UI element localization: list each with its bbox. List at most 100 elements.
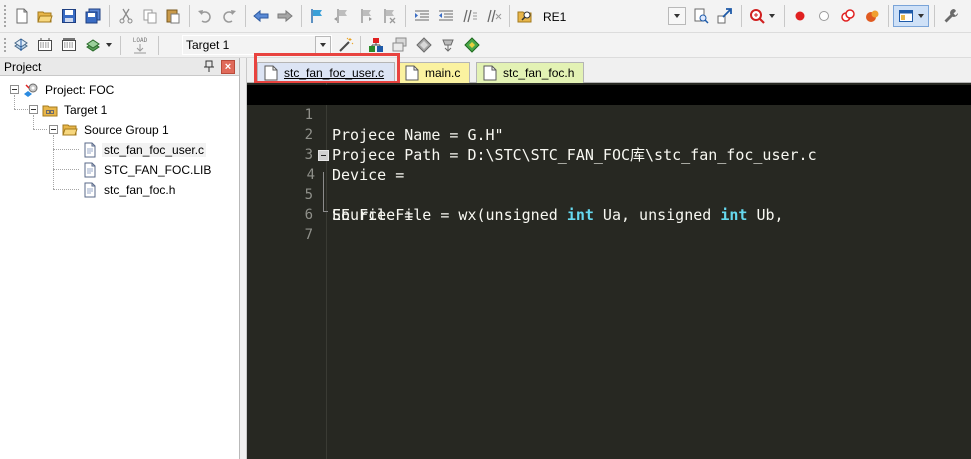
tree-file-item[interactable]: stc_fan_foc_user.c [82, 140, 207, 159]
browse-button[interactable] [715, 6, 735, 26]
code-line[interactable]: 2 Projece Path = D:\STC\STC_FAN_FOC库\stc… [247, 105, 971, 164]
new-file-icon [16, 8, 28, 24]
open-file-button[interactable] [35, 6, 55, 26]
copy-button[interactable] [140, 6, 160, 26]
bookmark-clear-icon [384, 9, 396, 24]
panel-splitter[interactable] [240, 58, 247, 459]
debug-magnifier-icon [750, 9, 765, 24]
code-line[interactable]: 4 Source File = wx(unsigned int Ua, unsi… [247, 145, 971, 224]
tree-file-item[interactable]: stc_fan_foc.h [82, 180, 177, 199]
tree-file-item[interactable]: STC_FAN_FOC.LIB [82, 160, 213, 179]
disable-all-breakpoints-button[interactable] [838, 6, 858, 26]
navigate-forward-button[interactable] [275, 6, 295, 26]
code-line[interactable]: 5 EE File = [247, 165, 971, 224]
window-layout-icon [899, 10, 913, 22]
new-file-button[interactable] [12, 6, 32, 26]
manage-project-items-button[interactable] [366, 35, 386, 55]
fold-collapse-icon[interactable] [318, 150, 329, 161]
select-packs-button[interactable] [438, 35, 458, 55]
load-download-button[interactable]: LOAD [127, 35, 153, 55]
comment-selection-button[interactable] [460, 6, 480, 26]
target-select[interactable]: Target 1 [182, 35, 332, 55]
insert-bookmark-button[interactable] [307, 6, 327, 26]
translate-button[interactable] [11, 35, 31, 55]
code-line[interactable]: 3 Device = [247, 125, 971, 184]
rebuild-button[interactable] [59, 35, 79, 55]
next-bookmark-button[interactable] [355, 6, 375, 26]
close-panel-button[interactable]: × [221, 60, 235, 74]
c-file-icon [84, 142, 96, 157]
code-editor[interactable]: 1 Projece Name = G.H" 2 Projece Path = D… [247, 83, 971, 459]
window-layout-button[interactable] [893, 5, 929, 27]
batch-build-dropdown[interactable] [103, 35, 115, 55]
chevron-down-icon [918, 14, 924, 18]
collapse-toggle[interactable] [49, 125, 58, 134]
previous-bookmark-button[interactable] [331, 6, 351, 26]
code-line[interactable]: 1 Projece Name = G.H" [247, 85, 971, 144]
toolbar-separator [934, 5, 935, 27]
tab-label: stc_fan_foc_user.c [284, 66, 385, 80]
navigate-back-button[interactable] [251, 6, 271, 26]
find-combo-dropdown[interactable] [668, 7, 686, 25]
manage-components-button[interactable] [414, 35, 434, 55]
save-all-button[interactable] [83, 6, 103, 26]
toolbar-separator [741, 5, 742, 27]
unindent-icon [439, 10, 453, 21]
code-line[interactable]: 7 [247, 205, 971, 243]
copy-project-button[interactable] [390, 35, 410, 55]
find-in-files-button[interactable] [515, 6, 535, 26]
toolbar-grip[interactable] [3, 37, 7, 53]
file-label: STC_FAN_FOC.LIB [104, 162, 212, 177]
pack-installer-button[interactable] [462, 35, 482, 55]
debug-session-button[interactable] [747, 6, 767, 26]
breakpoints-kill-icon [866, 10, 879, 22]
fold-guide-line [323, 172, 324, 212]
indent-button[interactable] [412, 6, 432, 26]
toolbar-grip[interactable] [3, 4, 7, 28]
kill-all-breakpoints-button[interactable] [862, 6, 882, 26]
comment-icon [463, 9, 477, 23]
uncomment-selection-button[interactable] [484, 6, 504, 26]
debug-dropdown[interactable] [767, 6, 777, 26]
incremental-find-button[interactable] [691, 6, 711, 26]
cut-button[interactable] [116, 6, 136, 26]
copy-icon [143, 9, 157, 24]
collapse-toggle[interactable] [29, 105, 38, 114]
wrench-icon [944, 9, 958, 23]
target-folder-icon [42, 105, 58, 116]
tab-stc-fan-foc-user-c[interactable]: stc_fan_foc_user.c [257, 62, 395, 83]
unindent-button[interactable] [436, 6, 456, 26]
tab-stc-fan-foc-h[interactable]: stc_fan_foc.h [476, 62, 584, 83]
insert-breakpoint-button[interactable] [790, 6, 810, 26]
undo-icon [198, 10, 211, 23]
save-button[interactable] [59, 6, 79, 26]
paste-button[interactable] [163, 6, 183, 26]
target-options-button[interactable] [336, 35, 356, 55]
main-toolbar: RE1 [0, 0, 971, 33]
clear-bookmarks-button[interactable] [379, 6, 399, 26]
open-folder-icon [37, 11, 53, 23]
build-button[interactable] [35, 35, 55, 55]
breakpoint-disabled-icon [819, 11, 829, 21]
configure-button[interactable] [941, 6, 961, 26]
enable-breakpoint-button[interactable] [814, 6, 834, 26]
pin-icon[interactable] [203, 60, 215, 73]
collapse-toggle[interactable] [10, 85, 19, 94]
undo-button[interactable] [195, 6, 215, 26]
tree-connector [33, 129, 47, 130]
tree-item-project[interactable]: Project: FOC [10, 80, 116, 99]
tree-item-source-group[interactable]: Source Group 1 [49, 120, 171, 139]
target-select-dropdown[interactable] [315, 36, 331, 54]
file-label: stc_fan_foc.h [104, 182, 176, 197]
batch-build-button[interactable] [83, 35, 103, 55]
project-items-icon [369, 38, 383, 52]
chevron-down-icon [674, 14, 680, 18]
code-line[interactable]: 6 [247, 185, 971, 223]
find-document-icon [694, 8, 709, 24]
tab-main-c[interactable]: main.c [398, 62, 470, 83]
tree-item-target[interactable]: Target 1 [29, 100, 109, 119]
toolbar-separator [888, 5, 889, 27]
toolbar-separator [301, 5, 302, 27]
redo-button[interactable] [219, 6, 239, 26]
rebuild-icon [62, 38, 76, 51]
